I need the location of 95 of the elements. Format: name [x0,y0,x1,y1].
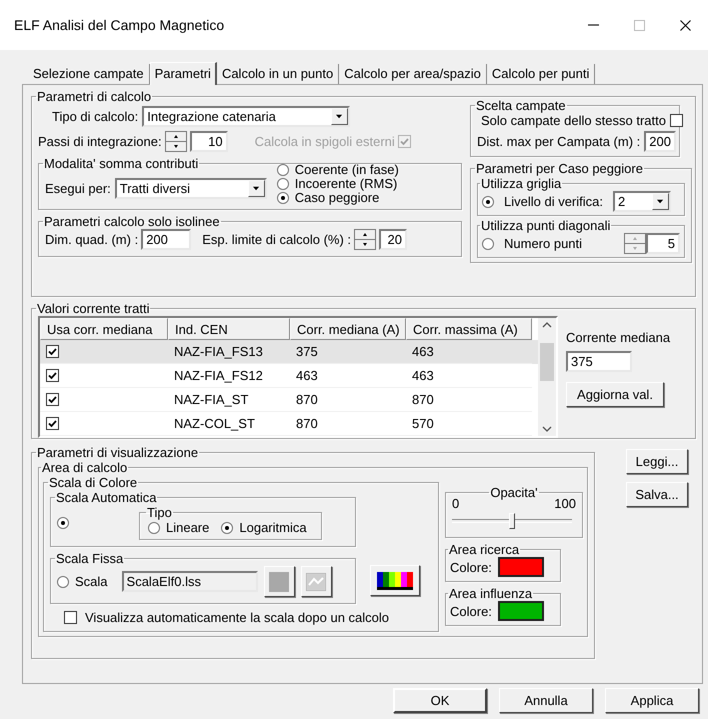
group-title: Scelta campate [475,98,567,113]
window-title: ELF Analisi del Campo Magnetico [14,17,226,33]
group-title: Area di calcolo [41,460,128,475]
group-title: Modalita' somma contributi [43,156,200,171]
group-title: Area influenza [448,586,534,601]
dropdown[interactable]: Integrazione catenaria [142,106,350,127]
spin-button[interactable] [164,131,187,152]
caret-icon[interactable] [331,108,348,125]
field-label: Colore: [450,604,492,618]
color-bars-icon[interactable] [370,565,420,596]
radio-button[interactable] [148,522,160,534]
caret-icon[interactable] [248,180,265,196]
scrollbar[interactable] [538,318,556,436]
opacity-slider[interactable] [452,511,572,529]
checkbox[interactable] [46,417,59,430]
group-title: Parametri di calcolo [36,89,152,104]
color-swatch[interactable] [498,557,544,577]
field-label: Esegui per: [45,180,111,196]
field-label: Numero punti [504,236,582,251]
tab[interactable]: Parametri [150,62,217,85]
column-header[interactable]: Ind. CEN [168,318,290,340]
slider-thumb[interactable] [509,513,515,529]
checkbox[interactable] [670,114,683,127]
text-field[interactable]: 375 [566,351,632,372]
color-swatch[interactable] [498,601,544,621]
action-button[interactable]: Leggi... [626,449,688,474]
checkbox[interactable] [46,345,59,358]
checkbox-label: Solo campate dello stesso tratto [481,113,666,128]
radio-button[interactable] [221,522,234,534]
column-header[interactable]: Corr. mediana (A) [290,318,406,340]
scale-edit-icon[interactable] [300,566,332,597]
group-title: Utilizza griglia [480,176,562,191]
radio-label: Scala [75,574,108,589]
checkbox[interactable] [64,611,77,624]
radio-label: Logaritmica [239,520,307,535]
close-icon[interactable] [680,20,690,30]
text-field[interactable]: 200 [644,131,676,152]
table-cell: NAZ-COL_ST [168,412,290,436]
table-cell: 570 [406,412,532,436]
radio-button[interactable] [482,196,494,208]
text-field[interactable]: 20 [379,229,408,250]
radio-label: Incoerente (RMS) [294,177,398,191]
group-title: Valori corrente tratti [36,301,150,316]
column-header[interactable]: Usa corr. mediana [40,318,168,340]
minimize-icon[interactable] [588,24,598,26]
radio-button[interactable] [57,576,69,588]
spin-button[interactable] [354,229,376,250]
dialog-button[interactable]: OK [393,688,487,713]
field-label: Esp. limite di calcolo (%) : [202,232,352,247]
text-field[interactable]: ScalaElf0.lss [122,571,258,592]
radio-button[interactable] [482,238,494,250]
checkbox[interactable] [46,393,59,406]
dropdown[interactable]: Tratti diversi [114,178,267,198]
checkbox[interactable] [46,369,59,382]
group-title: Parametri calcolo solo isolinee [43,214,221,229]
checkbox-label: Calcola in spigoli esterni [254,134,395,149]
group-title: Utilizza punti diagonali [480,218,612,233]
action-button[interactable]: Salva... [626,482,688,507]
group-title: Scala di Colore [48,475,138,490]
field-label: Colore: [450,560,492,574]
slider-min: 0 [452,496,460,511]
radio-label: Coerente (in fase) [294,163,399,177]
field-label: Passi di integrazione: [38,134,162,149]
radio-button[interactable] [276,164,289,176]
group-title: Area ricerca [448,542,520,557]
group-title: Parametri di visualizzazione [36,445,200,460]
radio-button[interactable] [57,516,69,528]
group-title: Opacita' [489,485,539,500]
field-label: Dist. max per Campata (m) : [477,134,640,149]
column-header[interactable]: Corr. massima (A) [406,318,532,340]
radio-button[interactable] [276,192,289,204]
radio-label: Caso peggiore [294,191,380,205]
square-icon[interactable] [264,566,295,597]
text-field[interactable]: 200 [141,229,192,250]
radio-button[interactable] [276,178,289,190]
update-button[interactable]: Aggiorna val. [566,382,664,407]
field-label: Tipo di calcolo: [52,109,138,124]
group-title: Tipo [146,505,173,520]
group-title: Scala Fissa [55,551,124,566]
group-title: Parametri per Caso peggiore [475,161,644,176]
group-title: Scala Automatica [55,490,158,505]
caret-icon[interactable] [652,193,669,210]
dropdown[interactable]: 2 [613,191,671,212]
table-row[interactable]: NAZ-FIA_FS13 375 463 [40,340,538,364]
table-cell: 870 [290,412,406,436]
dialog-button[interactable]: Applica [605,688,699,713]
dialog-button[interactable]: Annulla [499,688,593,713]
text-field[interactable]: 5 [646,233,680,254]
radio-label: Lineare [166,520,210,535]
field-label: Dim. quad. (m) : [45,232,138,247]
checkbox-label: Visualizza automaticamente la scala dopo un calcolo [85,610,389,625]
field-label: Corrente mediana [566,330,670,345]
slider-max: 100 [554,496,576,511]
text-field[interactable]: 10 [190,131,228,152]
field-label: Livello di verifica: [504,194,603,209]
